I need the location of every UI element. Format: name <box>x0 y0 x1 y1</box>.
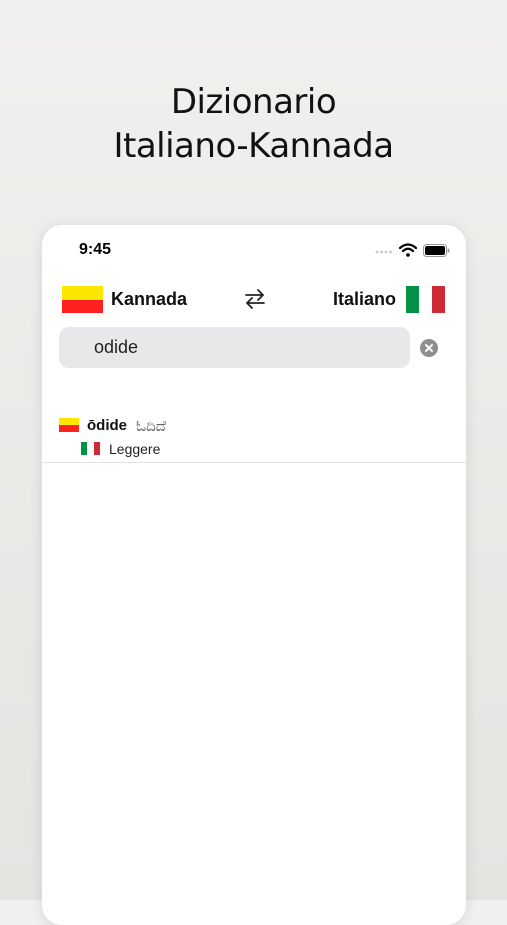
status-time: 9:45 <box>79 241 112 258</box>
source-language-label[interactable]: Kannada <box>111 289 187 310</box>
signal-icon <box>375 250 392 254</box>
promo-title-line2: Italiano-Kannada <box>113 126 394 166</box>
result-kannada-script: ಓದಿದೆ <box>136 417 167 435</box>
italian-flag-icon <box>81 442 100 455</box>
promo-title: Dizionario Italiano-Kannada <box>0 80 507 168</box>
italian-flag-icon[interactable] <box>406 286 445 313</box>
search-input[interactable] <box>94 327 394 368</box>
swap-languages-icon[interactable] <box>242 286 268 312</box>
wifi-icon <box>399 243 417 257</box>
search-field[interactable] <box>59 327 410 368</box>
promo-title-line1: Dizionario <box>170 82 337 122</box>
status-icons <box>375 243 450 257</box>
kannada-flag-icon <box>59 418 79 432</box>
kannada-flag-icon[interactable] <box>62 286 103 313</box>
result-translation: Leggere <box>109 441 161 457</box>
status-bar: 9:45 <box>42 225 466 275</box>
list-item[interactable]: ōdide ಓದಿದೆ Leggere <box>42 413 466 463</box>
target-language-label[interactable]: Italiano <box>333 289 396 310</box>
clear-search-icon[interactable] <box>420 339 438 357</box>
language-bar: Kannada Italiano <box>42 283 466 317</box>
result-word: ōdide <box>87 417 127 434</box>
battery-icon <box>423 243 450 257</box>
phone-screen: 9:45 Kannada Italiano odide ōdide ಓದಿದೆ … <box>42 225 466 925</box>
